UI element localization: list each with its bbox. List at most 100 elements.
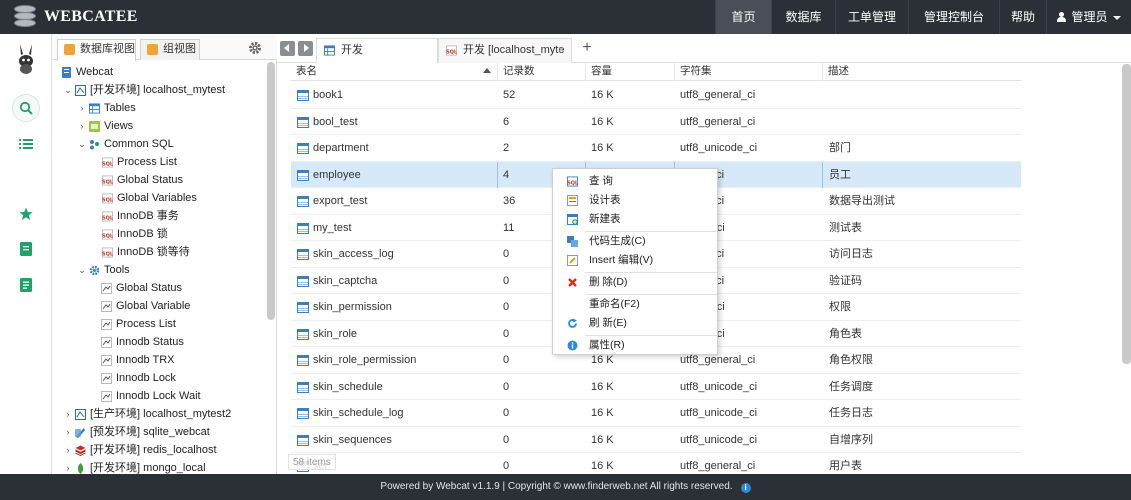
column-header-size[interactable]: 容量 (585, 63, 674, 81)
selection-column-separator (822, 161, 823, 188)
close-icon[interactable]: × (558, 39, 564, 62)
tree-label: Process List (117, 156, 177, 168)
nav-console[interactable]: 管理控制台 (908, 0, 999, 34)
code-gen-icon (567, 236, 578, 247)
documents-button[interactable] (12, 271, 40, 299)
tab-scroll-left-button[interactable] (280, 41, 295, 56)
brand-logo[interactable]: WEBCATEE (14, 5, 138, 29)
table-row[interactable]: skin_schedule 0 16 K utf8_unicode_ci 任务调度 (291, 374, 1021, 400)
tab-sql-editor[interactable]: SQL 开发 [localhost_myte × (438, 38, 572, 63)
cell-charset: utf8_general_ci (680, 115, 756, 128)
tree-scrollbar[interactable] (267, 62, 275, 320)
tab-group-view[interactable]: 组视图 (140, 39, 200, 60)
sql-query-icon: SQL (567, 176, 578, 187)
tree-label: [开发环境] redis_localhost (90, 444, 217, 456)
tab-database-view[interactable]: 数据库视图 (57, 39, 136, 61)
insert-edit-icon (567, 255, 578, 266)
gear-icon[interactable] (248, 41, 262, 55)
document-tab-bar: 开发 [localhost_myte SQL 开发 [localhost_myt… (277, 34, 1131, 79)
menu-item-delete[interactable]: 删 除(D) (553, 273, 717, 292)
table-icon (297, 328, 309, 340)
tab-group-view-label: 组视图 (163, 43, 196, 55)
cell-record-count: 6 (503, 115, 510, 128)
chevron-right-icon[interactable]: › (63, 423, 73, 441)
tool-icon (101, 391, 112, 402)
menu-item-label: 属性(R) (589, 339, 625, 351)
database-logo-icon (14, 5, 36, 29)
chevron-down-icon[interactable]: ⌄ (77, 135, 87, 153)
cell-charset: utf8_unicode_ci (680, 407, 758, 419)
nav-database[interactable]: 数据库 (771, 0, 835, 34)
tree-label: Tools (104, 264, 130, 276)
tab-database-view-label: 数据库视图 (80, 43, 135, 55)
cell-table-name: skin_captcha (313, 274, 378, 287)
nav-user-menu[interactable]: 管理员 (1046, 0, 1131, 34)
tree-label: Common SQL (104, 138, 174, 150)
menu-item-insert-edit[interactable]: Insert 编辑(V) (553, 251, 717, 270)
tree-label: Innodb Lock (116, 372, 176, 384)
cell-table-name: skin_role (313, 327, 358, 340)
chevron-right-icon[interactable]: › (63, 441, 73, 459)
cell-record-count: 4 (503, 168, 510, 181)
nav-help[interactable]: 帮助 (999, 0, 1046, 34)
table-row[interactable]: book1 52 16 K utf8_general_ci (291, 82, 1021, 109)
tab-scroll-right-button[interactable] (298, 41, 313, 56)
sqlite-icon (75, 428, 85, 438)
document-icon (20, 278, 32, 292)
list-button[interactable] (12, 130, 40, 158)
menu-item-query[interactable]: SQL 查 询 (553, 172, 717, 191)
mysql-icon (75, 409, 86, 420)
menu-item-design-table[interactable]: 设计表 (553, 191, 717, 210)
search-button[interactable] (12, 94, 40, 122)
menu-item-properties[interactable]: 属性(R) (553, 336, 717, 355)
menu-item-new-table[interactable]: 新建表 (553, 210, 717, 229)
cell-table-name: skin_access_log (313, 248, 394, 260)
menu-item-label: 重命名(F2) (589, 298, 640, 310)
column-header-charset[interactable]: 字符集 (674, 63, 822, 81)
table-row[interactable]: skin_schedule_log 0 16 K utf8_unicode_ci 任务日… (291, 400, 1021, 427)
cell-record-count: 0 (503, 407, 510, 419)
svg-text:SQL: SQL (102, 198, 113, 204)
svg-text:SQL: SQL (102, 234, 113, 240)
column-header-name[interactable]: 表名 (291, 63, 497, 81)
table-icon (297, 355, 309, 366)
tree-label: InnoDB 锁等待 (117, 246, 190, 258)
cell-charset: utf8_unicode_ci (680, 142, 758, 154)
chevron-right-icon[interactable]: › (63, 405, 73, 423)
chevron-down-icon[interactable]: ⌄ (77, 261, 87, 279)
table-row[interactable]: skin_sequences 0 16 K utf8_unicode_ci 自增序列 (291, 427, 1021, 453)
svg-text:SQL: SQL (102, 180, 113, 186)
menu-item-code-generation[interactable]: 代码生成(C) (553, 232, 717, 251)
favorites-button[interactable] (12, 200, 40, 228)
chevron-right-icon[interactable]: › (77, 117, 87, 135)
svg-text:SQL: SQL (446, 50, 457, 56)
menu-item-rename[interactable]: 重命名(F2) (553, 295, 717, 314)
cell-size: 16 K (591, 407, 614, 419)
tab-table-list[interactable]: 开发 [localhost_myte (316, 38, 438, 79)
table-row[interactable]: department 2 16 K utf8_unicode_ci 部门 (291, 135, 1021, 162)
menu-item-refresh[interactable]: 刷 新(E) (553, 314, 717, 333)
notes-button[interactable] (12, 235, 40, 263)
table-icon (297, 408, 309, 419)
nav-tickets[interactable]: 工单管理 (835, 0, 908, 34)
cell-record-count: 0 (503, 433, 510, 446)
grid-scrollbar[interactable] (1122, 64, 1131, 364)
column-header-label: 表名 (296, 65, 317, 77)
chevron-down-icon[interactable]: ⌄ (63, 81, 73, 99)
sort-ascending-icon (483, 68, 491, 73)
add-tab-button[interactable]: + (579, 39, 595, 57)
table-icon (297, 381, 309, 393)
info-icon[interactable]: i (740, 483, 751, 493)
sql-file-icon: SQL (446, 45, 457, 56)
cell-size: 16 K (591, 380, 614, 393)
cell-record-count: 52 (503, 89, 516, 101)
column-header-description[interactable]: 描述 (822, 63, 1021, 81)
table-row[interactable]: bool_test 6 16 K utf8_general_ci (291, 109, 1021, 135)
cell-record-count: 0 (503, 380, 510, 393)
menu-item-label: 查 询 (589, 175, 613, 187)
chevron-right-icon[interactable]: › (77, 99, 87, 117)
nav-home[interactable]: 首页 (715, 0, 771, 34)
column-header-count[interactable]: 记录数 (497, 63, 585, 81)
refresh-icon (568, 318, 577, 328)
column-header-label: 记录数 (503, 65, 535, 77)
